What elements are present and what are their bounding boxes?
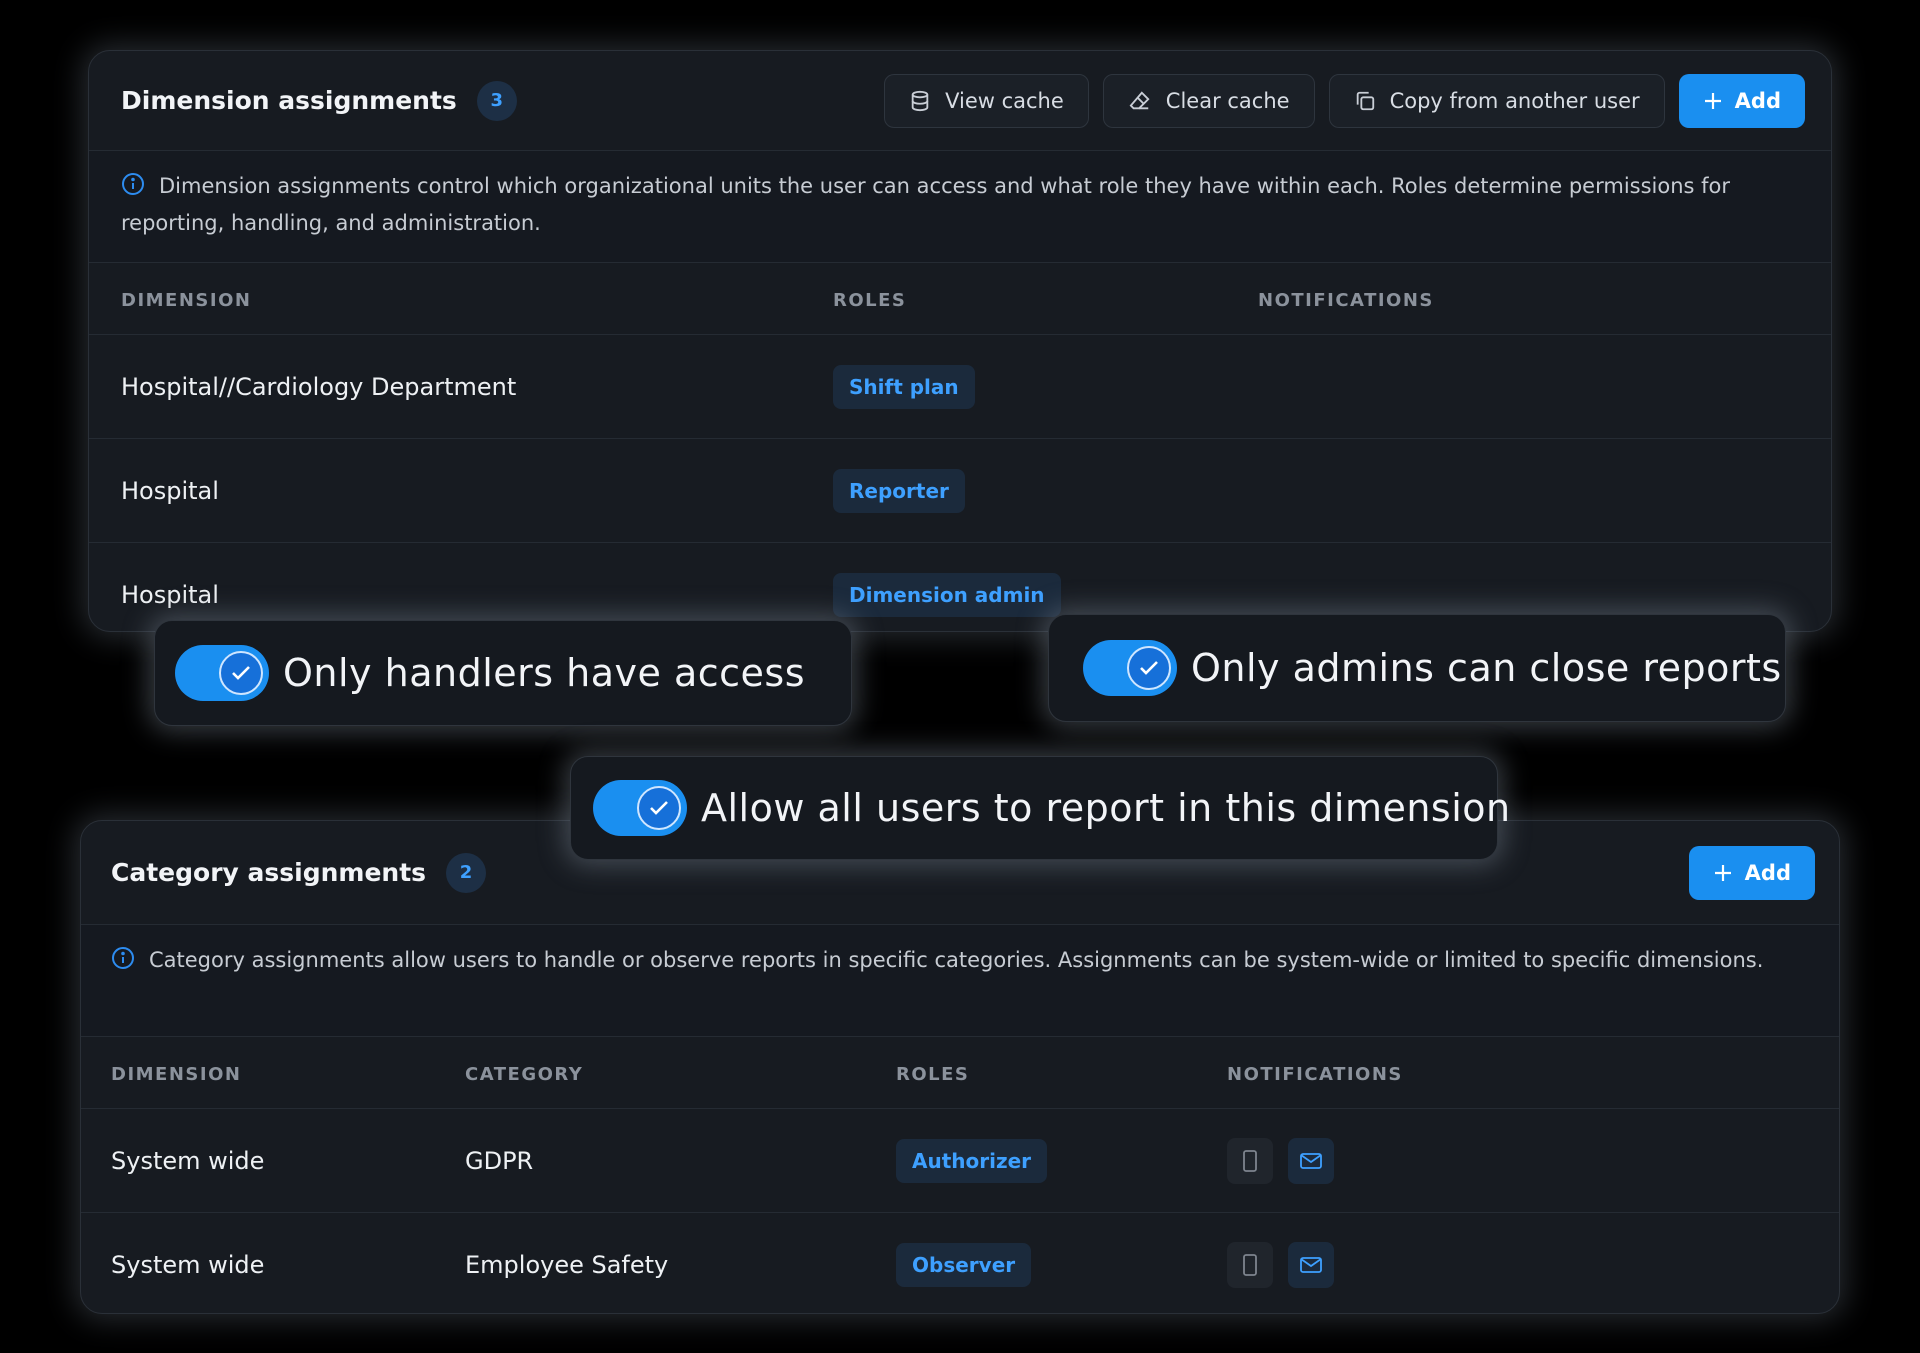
category-info-banner: Category assignments allow users to hand…: [81, 925, 1839, 1037]
column-dimension: DIMENSION: [121, 290, 252, 311]
dimension-name: Hospital: [121, 476, 219, 505]
role-badge: Authorizer: [896, 1138, 1048, 1183]
phone-notification-toggle[interactable]: [1227, 1137, 1273, 1184]
column-notifications: NOTIFICATIONS: [1227, 1064, 1403, 1085]
table-row[interactable]: System wide GDPR Authorizer: [81, 1109, 1839, 1213]
dimension-panel-header: Dimension assignments 3 View cache Clear…: [89, 51, 1831, 151]
dimension-panel-title: Dimension assignments: [121, 86, 457, 115]
email-notification-toggle[interactable]: [1288, 1137, 1334, 1184]
add-category-button[interactable]: Add: [1688, 845, 1815, 900]
role-badge: Shift plan: [833, 364, 975, 409]
stage: Dimension assignments 3 View cache Clear…: [0, 0, 1920, 1353]
role-badge: Dimension admin: [833, 573, 1061, 617]
handlers-access-label: Only handlers have access: [283, 651, 805, 695]
check-icon: [1127, 646, 1171, 690]
role-badge: Observer: [896, 1243, 1032, 1287]
category-assignments-panel: Category assignments 2 Add Category assi…: [80, 820, 1840, 1314]
category-name: Employee Safety: [465, 1251, 669, 1279]
plus-icon: [1703, 91, 1723, 111]
eraser-icon: [1128, 90, 1152, 112]
phone-notification-toggle[interactable]: [1227, 1242, 1273, 1288]
view-cache-label: View cache: [945, 88, 1064, 113]
add-dimension-button[interactable]: Add: [1678, 73, 1805, 128]
mail-icon: [1299, 1152, 1323, 1170]
copy-icon: [1354, 90, 1376, 112]
dimension-assignments-panel: Dimension assignments 3 View cache Clear…: [88, 50, 1832, 632]
clear-cache-label: Clear cache: [1165, 88, 1290, 113]
column-dimension: DIMENSION: [111, 1064, 242, 1085]
check-icon: [637, 786, 681, 830]
plus-icon: [1713, 863, 1733, 883]
email-notification-toggle[interactable]: [1288, 1242, 1334, 1288]
column-roles: ROLES: [896, 1064, 970, 1085]
category-header-actions: Add: [1688, 845, 1815, 900]
phone-icon: [1242, 1253, 1258, 1277]
check-icon: [219, 651, 263, 695]
allow-all-report-label: Allow all users to report in this dimens…: [701, 786, 1511, 830]
table-row[interactable]: System wide Employee Safety Observer: [81, 1213, 1839, 1313]
add-dimension-label: Add: [1734, 88, 1781, 113]
mail-icon: [1299, 1256, 1323, 1274]
category-table-header: DIMENSION CATEGORY ROLES NOTIFICATIONS: [81, 1037, 1839, 1109]
info-icon: [121, 172, 145, 206]
handlers-access-toggle-card: Only handlers have access: [154, 620, 852, 726]
role-badge: Reporter: [833, 468, 965, 513]
phone-icon: [1242, 1149, 1258, 1173]
allow-all-report-toggle[interactable]: [593, 780, 687, 836]
dimension-name: System wide: [111, 1146, 265, 1175]
handlers-access-toggle[interactable]: [175, 645, 269, 701]
add-category-label: Add: [1744, 860, 1791, 885]
dimension-name: System wide: [111, 1251, 265, 1279]
clear-cache-button[interactable]: Clear cache: [1102, 73, 1315, 128]
column-notifications: NOTIFICATIONS: [1258, 290, 1434, 311]
dimension-table-header: DIMENSION ROLES NOTIFICATIONS: [89, 263, 1831, 335]
table-row[interactable]: Hospital//Cardiology Department Shift pl…: [89, 335, 1831, 439]
copy-from-user-button[interactable]: Copy from another user: [1328, 73, 1665, 128]
column-roles: ROLES: [833, 290, 907, 311]
category-count-badge: 2: [446, 852, 487, 893]
allow-all-report-toggle-card: Allow all users to report in this dimens…: [570, 756, 1510, 860]
view-cache-button[interactable]: View cache: [884, 73, 1089, 128]
dimension-name: Hospital: [121, 581, 219, 609]
database-icon: [909, 90, 931, 112]
dimension-header-actions: View cache Clear cache Copy from another…: [884, 73, 1805, 128]
admins-close-toggle[interactable]: [1083, 640, 1177, 696]
copy-from-user-label: Copy from another user: [1389, 88, 1640, 113]
info-icon: [111, 946, 135, 980]
dimension-name: Hospital//Cardiology Department: [121, 372, 517, 401]
table-row[interactable]: Hospital Reporter: [89, 439, 1831, 543]
column-category: CATEGORY: [465, 1064, 584, 1085]
dimension-info-text: Dimension assignments control which orga…: [121, 174, 1731, 235]
admins-close-toggle-card: Only admins can close reports: [1048, 614, 1786, 722]
category-info-text: Category assignments allow users to hand…: [149, 948, 1764, 972]
category-name: GDPR: [465, 1146, 534, 1175]
admins-close-label: Only admins can close reports: [1191, 646, 1782, 690]
dimension-info-banner: Dimension assignments control which orga…: [89, 151, 1831, 263]
category-panel-title: Category assignments: [111, 858, 427, 887]
dimension-count-badge: 3: [476, 80, 517, 121]
